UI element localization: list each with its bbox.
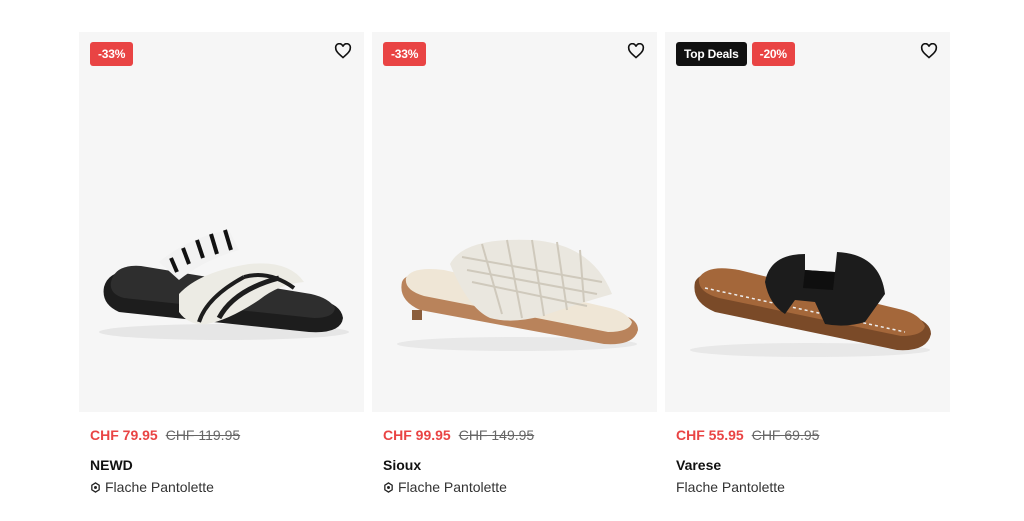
- product-brand: Varese: [676, 457, 722, 473]
- original-price: CHF 69.95: [751, 427, 820, 443]
- badge-group: -33%: [383, 42, 427, 66]
- add-to-wishlist-button[interactable]: [332, 40, 354, 62]
- product-type-row: Flache Pantolette: [676, 479, 939, 495]
- price-row: CHF 99.95 CHF 149.95: [383, 427, 646, 443]
- sustainability-icon: [91, 481, 100, 493]
- product-type-row: Flache Pantolette: [383, 479, 646, 495]
- product-card[interactable]: -33% CHF 99.95 CHF 149.95 Sioux Flache P…: [372, 32, 657, 495]
- product-image-area[interactable]: -33%: [79, 32, 364, 412]
- product-image-sandal-woven[interactable]: [372, 32, 657, 412]
- badge-group: Top Deals -20%: [676, 42, 795, 66]
- discount-badge: -20%: [751, 42, 795, 66]
- product-card[interactable]: -33% CHF 79.95 CHF 119.95 NEWD Flache Pa…: [79, 32, 364, 495]
- sale-price: CHF 79.95: [90, 427, 158, 443]
- product-brand: NEWD: [90, 457, 133, 473]
- add-to-wishlist-button[interactable]: [625, 40, 647, 62]
- product-image-sandal-zebra[interactable]: [79, 32, 364, 412]
- product-brand: Sioux: [383, 457, 422, 473]
- product-info[interactable]: CHF 55.95 CHF 69.95 Varese Flache Pantol…: [665, 412, 950, 495]
- product-type: Flache Pantolette: [398, 479, 507, 495]
- product-image-area[interactable]: Top Deals -20%: [665, 32, 950, 412]
- heart-outline-icon: [920, 43, 938, 59]
- price-row: CHF 55.95 CHF 69.95: [676, 427, 939, 443]
- original-price: CHF 119.95: [165, 427, 241, 443]
- discount-badge: -33%: [383, 42, 427, 66]
- sustainability-icon: [384, 481, 393, 493]
- discount-badge: -33%: [90, 42, 134, 66]
- product-image-sandal-h-strap[interactable]: [665, 32, 950, 412]
- badge-group: -33%: [90, 42, 134, 66]
- sale-price: CHF 55.95: [676, 427, 744, 443]
- product-image-area[interactable]: -33%: [372, 32, 657, 412]
- heart-outline-icon: [334, 43, 352, 59]
- product-type-row: Flache Pantolette: [90, 479, 353, 495]
- product-card[interactable]: Top Deals -20% CHF 55.95 CHF 69.95 Vares…: [665, 32, 950, 495]
- add-to-wishlist-button[interactable]: [918, 40, 940, 62]
- price-row: CHF 79.95 CHF 119.95: [90, 427, 353, 443]
- product-grid: -33% CHF 79.95 CHF 119.95 NEWD Flache Pa…: [79, 32, 950, 495]
- heart-outline-icon: [627, 43, 645, 59]
- top-deals-badge: Top Deals: [676, 42, 747, 66]
- sale-price: CHF 99.95: [383, 427, 451, 443]
- product-type: Flache Pantolette: [676, 479, 785, 495]
- original-price: CHF 149.95: [458, 427, 535, 443]
- product-type: Flache Pantolette: [105, 479, 214, 495]
- product-info[interactable]: CHF 79.95 CHF 119.95 NEWD Flache Pantole…: [79, 412, 364, 495]
- product-info[interactable]: CHF 99.95 CHF 149.95 Sioux Flache Pantol…: [372, 412, 657, 495]
